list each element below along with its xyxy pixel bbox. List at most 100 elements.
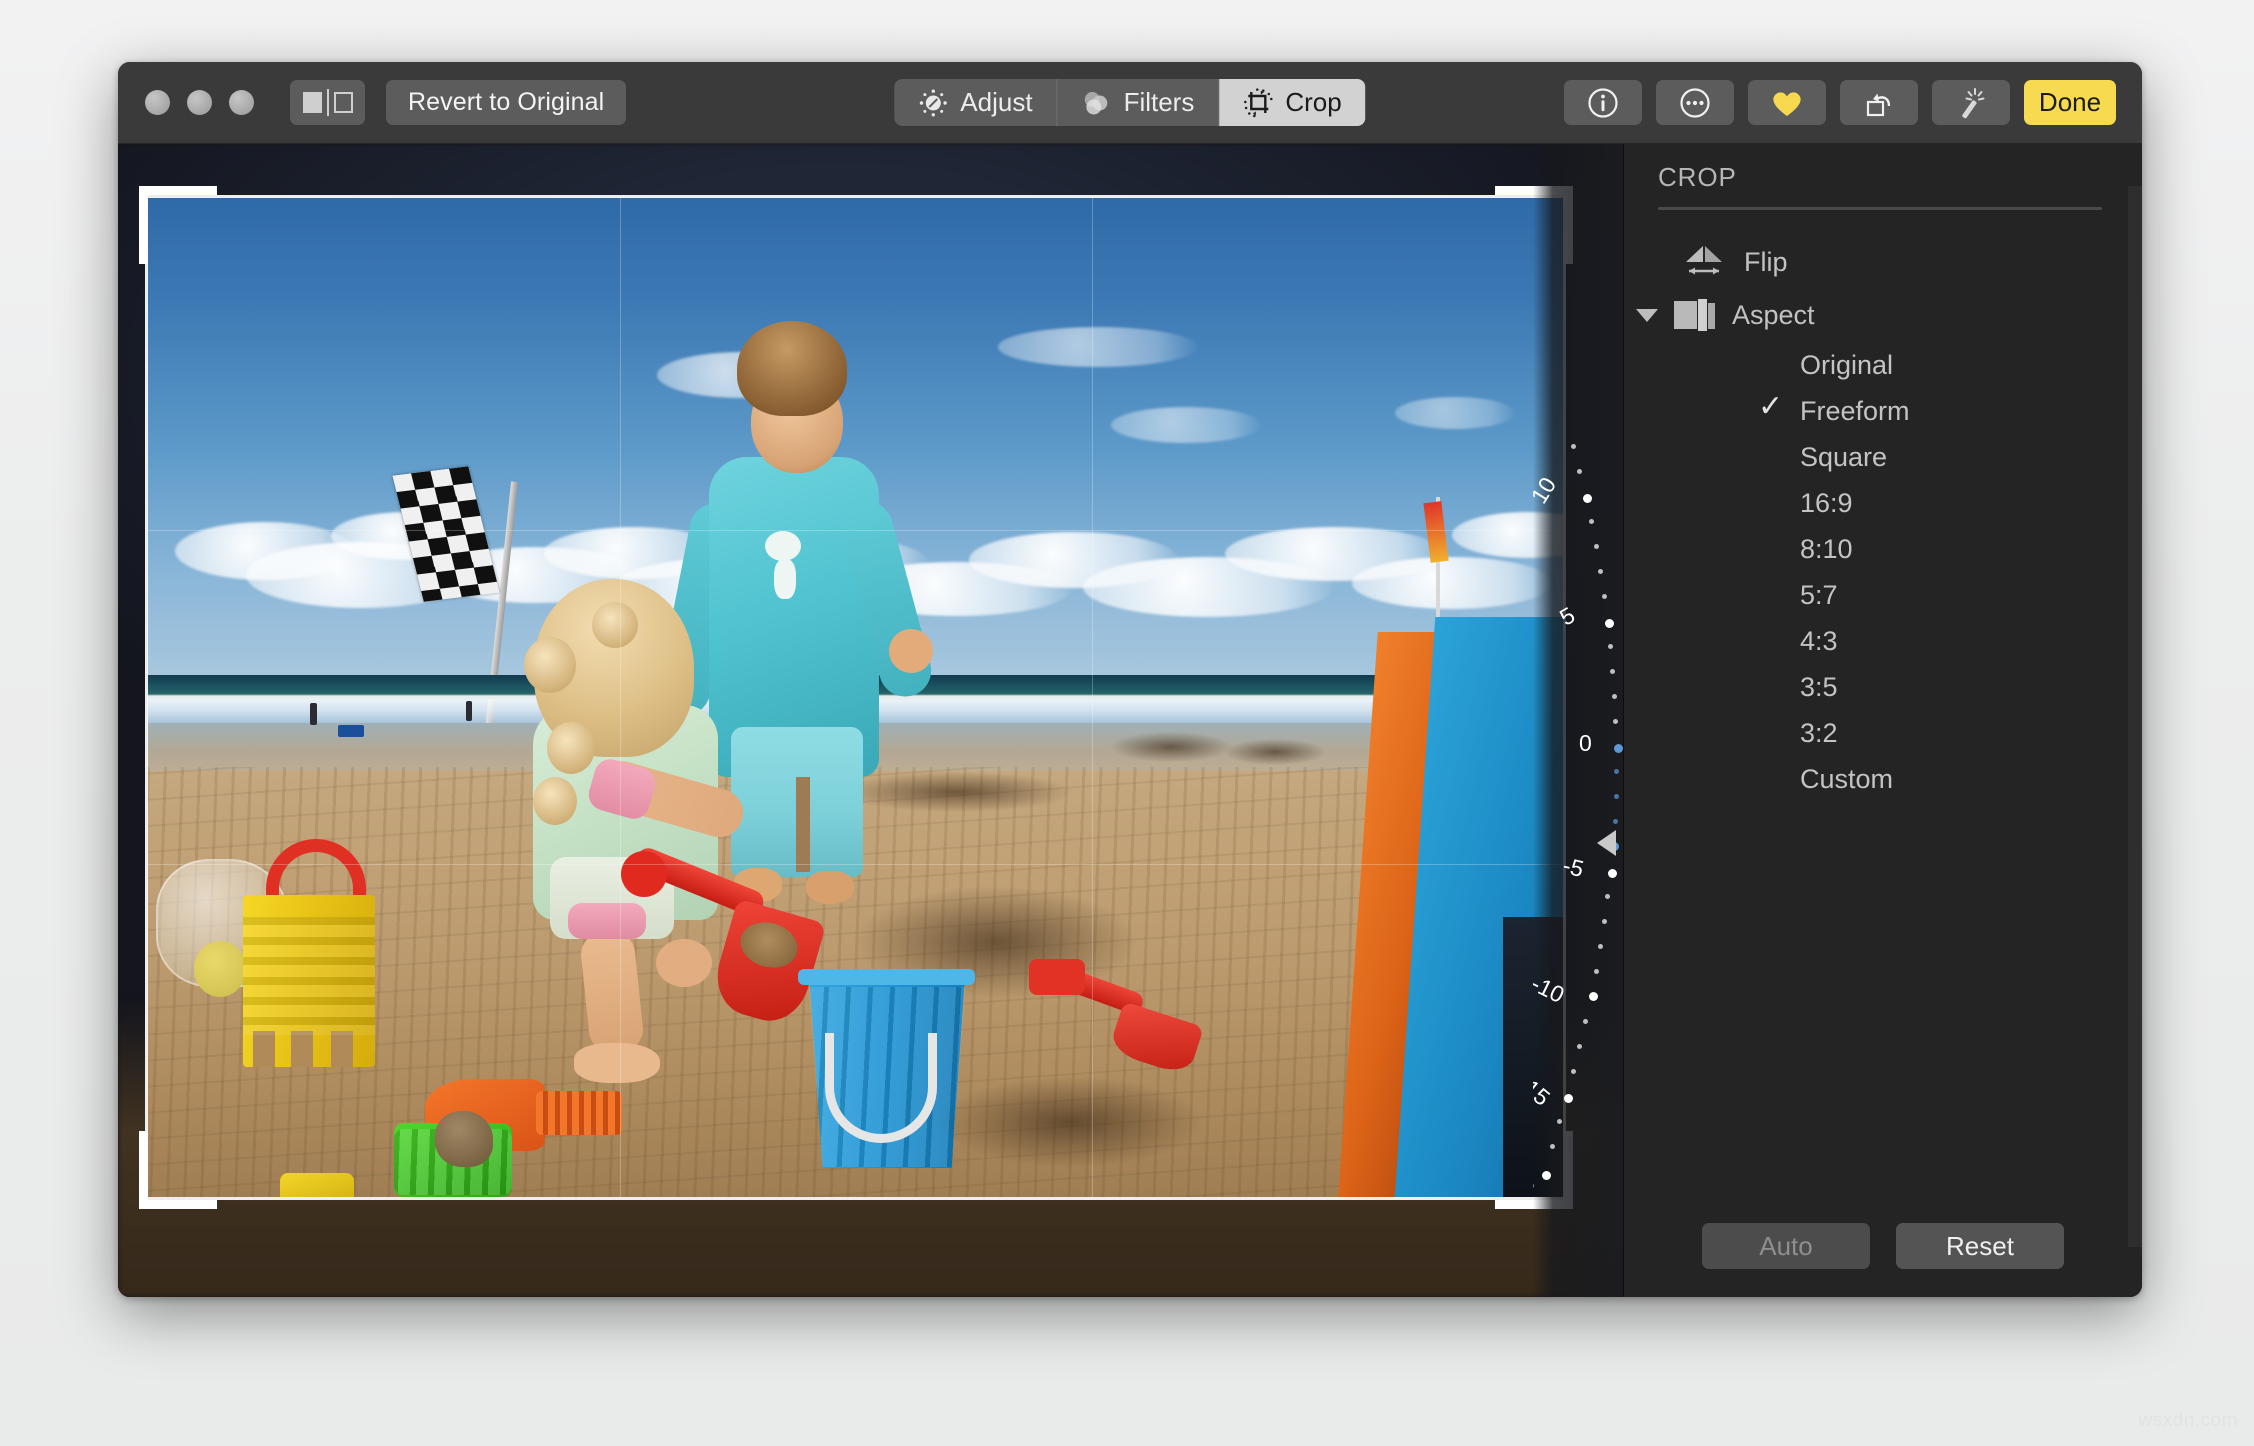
sidebar-action-buttons: Auto Reset: [1624, 1223, 2142, 1269]
hair-curl: [532, 777, 577, 825]
favorite-button[interactable]: [1748, 80, 1826, 125]
dial-tick-major: [1605, 619, 1614, 628]
dial-value-indicator[interactable]: [1597, 830, 1616, 856]
crop-grid-line-vertical: [619, 197, 621, 1197]
dial-tick: [1557, 1119, 1562, 1124]
aspect-option-8-10[interactable]: 8:10: [1800, 534, 1853, 565]
dial-label: -5: [1560, 851, 1587, 883]
more-options-button[interactable]: [1656, 80, 1734, 125]
dial-label: -15: [1533, 1069, 1556, 1111]
dial-tick-major: [1614, 744, 1623, 753]
castle-notch: [331, 1031, 354, 1067]
dial-tick: [1608, 644, 1613, 649]
tab-crop[interactable]: Crop: [1219, 79, 1366, 126]
cloud: [1394, 397, 1515, 429]
info-circle-icon: [1588, 87, 1618, 118]
straighten-dial[interactable]: 10 5 0 -5 -10 -15 -20: [1533, 144, 1623, 1297]
aspect-option-3-2[interactable]: 3:2: [1800, 718, 1838, 749]
wetsuit-motif: [765, 531, 802, 561]
zoom-button[interactable]: [229, 90, 254, 115]
hair-curl: [524, 637, 577, 693]
yellow-toy-piece: [280, 1173, 355, 1197]
dial-tick: [1550, 1144, 1555, 1149]
crop-grid-line-vertical: [1092, 197, 1094, 1197]
desktop-background: Revert to Original Adjust Filters Crop D…: [0, 0, 2254, 1446]
ellipsis-circle-icon: [1680, 87, 1710, 118]
aspect-ratio-icon: [1674, 299, 1715, 331]
wetsuit-motif: [773, 559, 796, 599]
aspect-option-freeform[interactable]: Freeform: [1800, 396, 1910, 427]
flip-horizontal-icon: [1686, 246, 1722, 275]
panel-title: CROP: [1658, 162, 1737, 192]
dial-tick-active: [1614, 794, 1619, 799]
cloud: [1352, 557, 1553, 609]
crop-sidebar: CROP Flip Aspect Original ✓ Freeform Squ…: [1623, 144, 2142, 1297]
crop-region[interactable]: [147, 197, 1565, 1197]
sidebar-scrollbar[interactable]: [2128, 186, 2142, 1247]
castle-notch: [253, 1031, 276, 1067]
rotate-button[interactable]: [1840, 80, 1918, 125]
dial-label: -20: [1533, 1158, 1541, 1201]
revert-to-original-button[interactable]: Revert to Original: [386, 80, 627, 125]
photos-edit-window: Revert to Original Adjust Filters Crop D…: [118, 62, 2142, 1297]
dial-tick: [1594, 544, 1599, 549]
crop-handle-top-left[interactable]: [139, 186, 217, 195]
aspect-option-16-9[interactable]: 16:9: [1800, 488, 1853, 519]
dial-label: 0: [1579, 730, 1592, 756]
aspect-option-custom[interactable]: Custom: [1800, 764, 1893, 795]
auto-enhance-button[interactable]: [1932, 80, 2010, 125]
watermark: wsxdn.com: [2138, 1410, 2238, 1431]
crop-handle-top-left[interactable]: [139, 186, 148, 264]
minimize-button[interactable]: [187, 90, 212, 115]
dial-tick: [1598, 944, 1603, 949]
aspect-option-original[interactable]: Original: [1800, 350, 1893, 381]
dial-label: -10: [1533, 970, 1569, 1009]
edit-mode-segmented-control[interactable]: Adjust Filters Crop: [894, 79, 1366, 126]
flip-control[interactable]: Flip: [1682, 242, 1788, 282]
dial-tick-major: [1564, 1094, 1573, 1103]
dial-tick-major: [1542, 1171, 1551, 1180]
editor-content: 10 5 0 -5 -10 -15 -20 CROP Flip Aspect O…: [118, 144, 2142, 1297]
aspect-option-4-3[interactable]: 4:3: [1800, 626, 1838, 657]
dial-label: 5: [1555, 601, 1580, 631]
dial-tick: [1605, 894, 1610, 899]
orange-rake: [535, 1091, 622, 1135]
triangle-down-icon[interactable]: [1636, 308, 1658, 322]
aspect-option-square[interactable]: Square: [1800, 442, 1887, 473]
filters-circles-icon: [1085, 91, 1108, 114]
dial-tick-active: [1613, 819, 1618, 824]
reset-button[interactable]: Reset: [1896, 1223, 2064, 1269]
aspect-option-5-7[interactable]: 5:7: [1800, 580, 1838, 611]
photo-image: [147, 197, 1565, 1197]
window-titlebar: Revert to Original Adjust Filters Crop D…: [118, 62, 2142, 144]
crop-edge-left[interactable]: [145, 195, 148, 1200]
auto-button[interactable]: Auto: [1702, 1223, 1870, 1269]
crop-edge-bottom[interactable]: [147, 1197, 1565, 1200]
aspect-label: Aspect: [1732, 299, 1815, 330]
photo-stage[interactable]: 10 5 0 -5 -10 -15 -20: [118, 144, 1623, 1297]
sidebar-toggle-icon[interactable]: [290, 80, 365, 125]
dial-tick-major: [1583, 494, 1592, 503]
aspect-option-3-5[interactable]: 3:5: [1800, 672, 1838, 703]
tab-filters[interactable]: Filters: [1058, 79, 1220, 126]
bucket-rim: [797, 969, 975, 985]
crop-edge-top[interactable]: [147, 195, 1565, 198]
done-button[interactable]: Done: [2024, 80, 2116, 125]
cloud: [997, 327, 1198, 367]
aspect-control[interactable]: Aspect: [1636, 296, 1815, 334]
rotate-left-icon: [1866, 93, 1891, 116]
tab-crop-label: Crop: [1285, 87, 1342, 117]
dial-tick-major: [1589, 992, 1598, 1001]
crop-handle-bottom-left[interactable]: [139, 1200, 217, 1209]
sidebar-solid-pane-icon: [302, 92, 322, 113]
tab-adjust[interactable]: Adjust: [894, 79, 1058, 126]
crop-handle-bottom-left[interactable]: [139, 1131, 148, 1209]
dial-tick: [1612, 694, 1617, 699]
close-button[interactable]: [145, 90, 170, 115]
distant-person: [310, 703, 318, 725]
lemon: [193, 941, 246, 997]
tab-filters-label: Filters: [1123, 87, 1195, 117]
dial-tick: [1598, 569, 1603, 574]
info-button[interactable]: [1564, 80, 1642, 125]
dial-tick: [1577, 469, 1582, 474]
